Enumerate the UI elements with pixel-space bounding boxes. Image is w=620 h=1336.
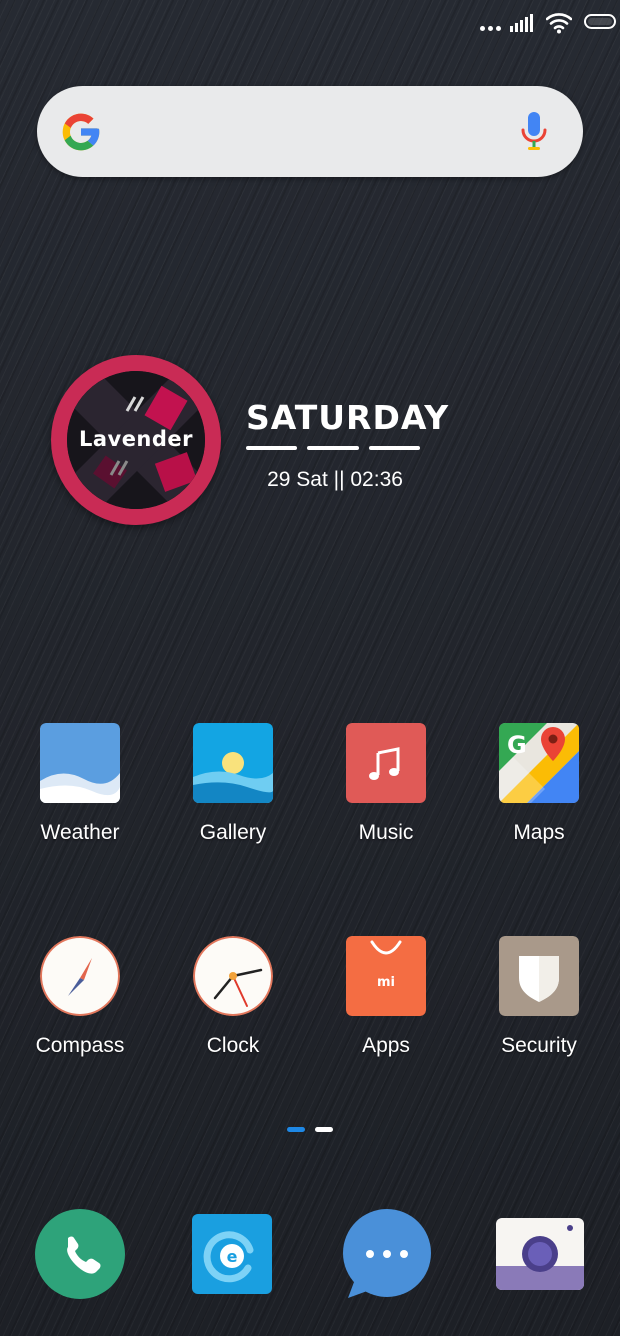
messages-icon [343,1209,431,1298]
app-label: Security [501,1034,577,1057]
dock-browser[interactable]: e [188,1210,280,1302]
dock-messages[interactable] [340,1208,432,1300]
date-time: 29 Sat || 02:36 [267,468,403,491]
app-clock[interactable]: Clock [173,936,293,1086]
google-search-bar[interactable] [37,86,583,177]
battery-icon [584,14,616,29]
app-label: Apps [362,1034,410,1057]
app-maps[interactable]: G Maps [479,723,599,873]
microphone-icon[interactable] [519,110,549,154]
svg-text:G: G [507,731,527,759]
app-label: Compass [35,1034,125,1057]
dock-phone[interactable] [34,1208,126,1300]
lavender-badge-art: Lavender [67,371,205,509]
app-label: Maps [513,821,565,844]
page-dot[interactable] [315,1127,333,1132]
dock-camera[interactable] [494,1216,586,1308]
music-icon [346,723,426,803]
page-indicator [287,1127,333,1132]
compass-icon [40,936,120,1016]
phone-icon [35,1209,125,1299]
security-shield-icon [499,936,579,1016]
app-label: Weather [40,821,120,844]
wifi-icon [546,13,572,34]
google-logo-icon[interactable] [59,110,103,154]
app-weather[interactable]: Weather [20,723,140,873]
status-bar [460,10,620,40]
svg-text:mi: mi [377,975,395,990]
signal-dots-icon [480,26,501,31]
mi-store-icon: mi [346,936,426,1016]
weather-icon [40,723,120,803]
lavender-badge[interactable]: Lavender [51,355,221,525]
maps-icon: G [499,723,579,803]
app-security[interactable]: Security [479,936,599,1086]
app-label: Music [358,821,414,844]
app-apps-store[interactable]: mi Apps [326,936,446,1086]
day-of-week: SATURDAY [246,398,450,437]
browser-icon: e [192,1214,272,1294]
clock-icon [193,936,273,1016]
app-music[interactable]: Music [326,723,446,873]
day-underline [246,446,420,450]
svg-text:e: e [227,1247,238,1266]
app-label: Gallery [199,821,267,844]
cellular-signal-icon [510,14,533,32]
app-label: Clock [206,1034,260,1057]
app-gallery[interactable]: Gallery [173,723,293,873]
app-compass[interactable]: Compass [20,936,140,1086]
gallery-icon [193,723,273,803]
page-dot-active[interactable] [287,1127,305,1132]
camera-icon [496,1218,584,1290]
badge-label: Lavender [78,427,194,451]
